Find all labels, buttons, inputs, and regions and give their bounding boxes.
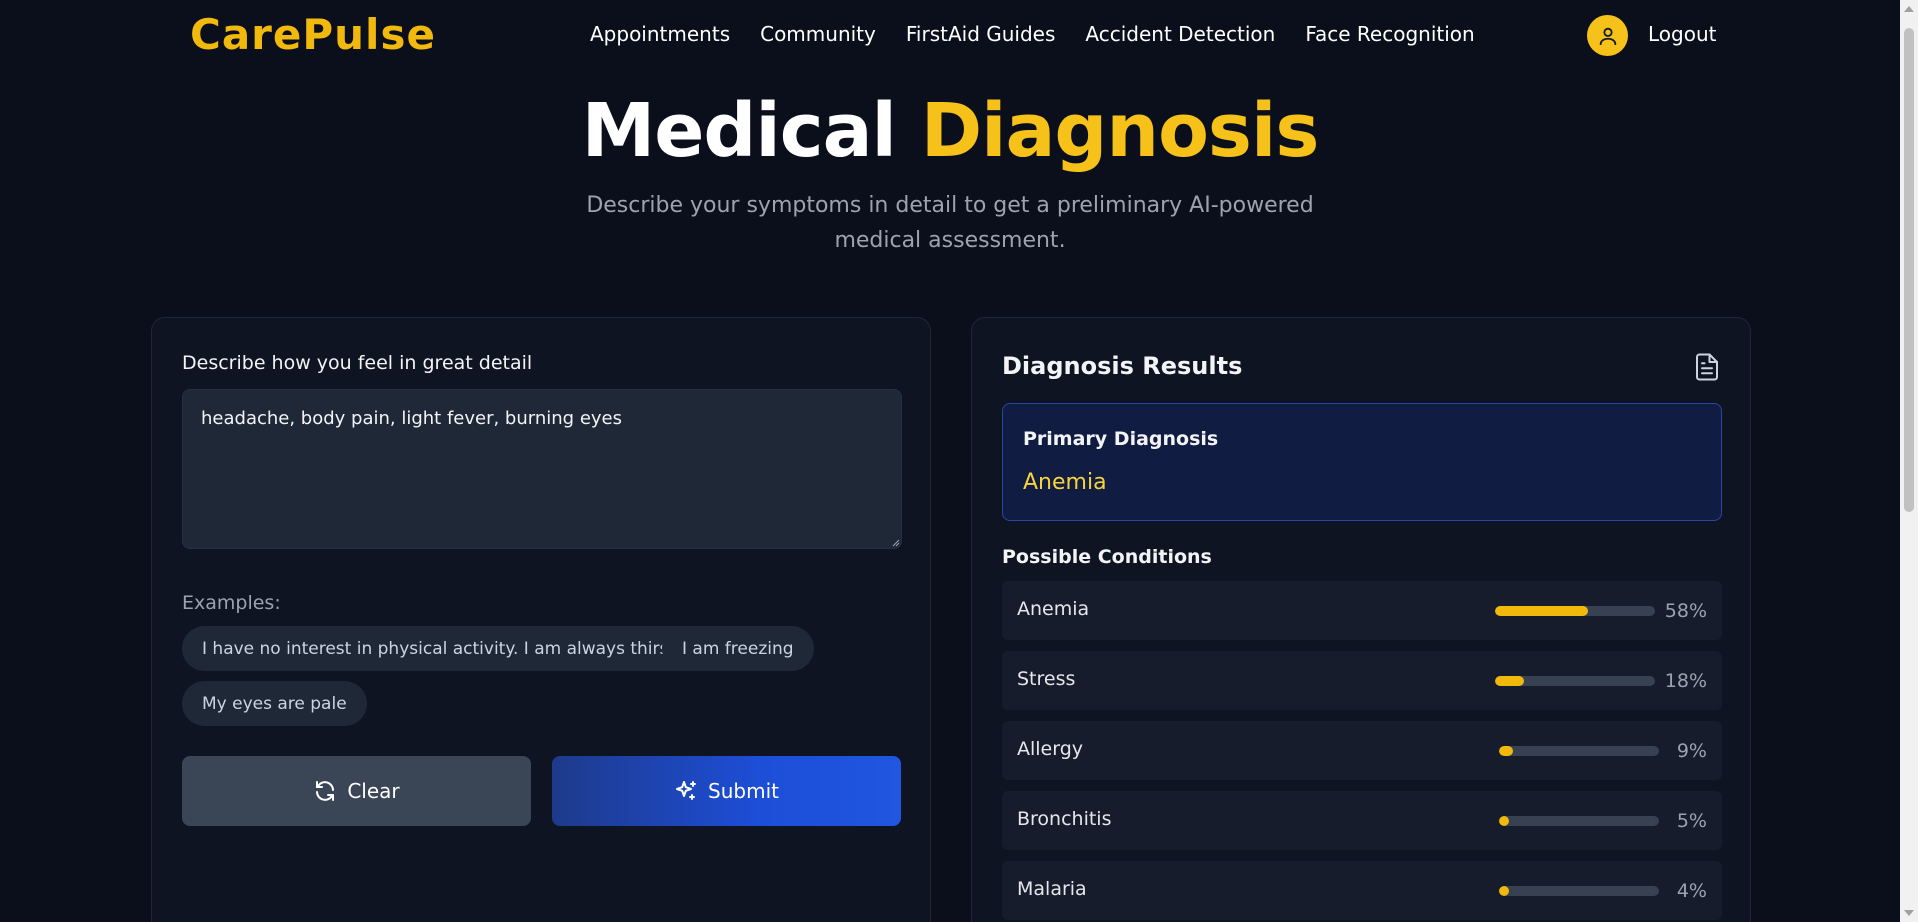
condition-row: Anemia 58%	[1002, 581, 1722, 640]
condition-row: Allergy 9%	[1002, 721, 1722, 780]
page-title: Medical Diagnosis	[0, 88, 1900, 174]
condition-bar-fill	[1499, 885, 1509, 896]
condition-name: Bronchitis	[1017, 808, 1112, 830]
nav-link-appointments[interactable]: Appointments	[590, 22, 730, 46]
example-chip[interactable]: My eyes are pale	[182, 681, 367, 726]
submit-button-label: Submit	[708, 779, 779, 803]
example-chip[interactable]: I have no interest in physical activity.…	[182, 626, 706, 671]
condition-name: Malaria	[1017, 878, 1087, 900]
nav-links: Appointments Community FirstAid Guides A…	[590, 22, 1505, 46]
condition-name: Allergy	[1017, 738, 1084, 760]
condition-name: Stress	[1017, 668, 1076, 690]
nav-link-firstaid-guides[interactable]: FirstAid Guides	[906, 22, 1056, 46]
nav-link-accident-detection[interactable]: Accident Detection	[1085, 22, 1275, 46]
condition-bar	[1494, 605, 1655, 616]
example-chip[interactable]: I am freezing	[662, 626, 814, 671]
nav-link-community[interactable]: Community	[760, 22, 876, 46]
condition-bar-fill	[1499, 745, 1514, 756]
document-icon[interactable]	[1692, 351, 1722, 383]
resize-grip-icon[interactable]	[890, 537, 900, 547]
clear-button-label: Clear	[347, 779, 400, 803]
page-title-accent: Diagnosis	[920, 88, 1320, 174]
user-icon	[1599, 27, 1616, 45]
results-title: Diagnosis Results	[1002, 352, 1243, 380]
scroll-down-arrow-icon[interactable]	[1904, 910, 1914, 916]
symptoms-field-label: Describe how you feel in great detail	[182, 352, 533, 374]
nav-link-face-recognition[interactable]: Face Recognition	[1305, 22, 1474, 46]
possible-conditions-label: Possible Conditions	[1002, 546, 1212, 568]
diagnosis-results-card: Diagnosis Results Primary Diagnosis Anem…	[971, 317, 1751, 922]
condition-bar-fill	[1499, 815, 1509, 826]
examples-label: Examples:	[182, 592, 281, 614]
condition-percent: 4%	[1676, 879, 1707, 902]
condition-percent: 9%	[1676, 739, 1707, 762]
app-logo[interactable]: CarePulse	[190, 10, 436, 59]
primary-diagnosis-box: Primary Diagnosis Anemia	[1002, 403, 1722, 521]
primary-diagnosis-label: Primary Diagnosis	[1023, 428, 1219, 450]
condition-bar	[1499, 745, 1659, 756]
symptoms-textarea[interactable]: headache, body pain, light fever, burnin…	[182, 389, 902, 549]
condition-bar-fill	[1494, 605, 1588, 616]
top-navbar: CarePulse Appointments Community FirstAi…	[0, 0, 1900, 74]
condition-percent: 58%	[1664, 599, 1707, 622]
condition-bar	[1494, 675, 1655, 686]
condition-bar-fill	[1494, 675, 1524, 686]
primary-diagnosis-value: Anemia	[1023, 470, 1107, 495]
scroll-thumb[interactable]	[1904, 28, 1914, 512]
symptom-form-card: Describe how you feel in great detail he…	[151, 317, 931, 922]
page-subtitle: Describe your symptoms in detail to get …	[586, 193, 1314, 253]
logout-link[interactable]: Logout	[1648, 22, 1716, 46]
submit-button[interactable]: Submit	[552, 756, 901, 826]
condition-bar	[1499, 815, 1659, 826]
condition-row: Malaria 4%	[1002, 861, 1722, 920]
sparkles-icon	[676, 781, 697, 800]
condition-name: Anemia	[1017, 598, 1090, 620]
scroll-up-arrow-icon[interactable]	[1904, 6, 1914, 12]
condition-percent: 5%	[1676, 809, 1707, 832]
page-scrollbar[interactable]	[1900, 0, 1918, 922]
user-avatar[interactable]	[1587, 15, 1628, 56]
clear-button[interactable]: Clear	[182, 756, 531, 826]
condition-bar	[1499, 885, 1659, 896]
condition-percent: 18%	[1664, 669, 1707, 692]
refresh-icon	[316, 781, 335, 801]
condition-row: Stress 18%	[1002, 651, 1722, 710]
condition-row: Bronchitis 5%	[1002, 791, 1722, 850]
page-title-main: Medical	[581, 88, 897, 174]
